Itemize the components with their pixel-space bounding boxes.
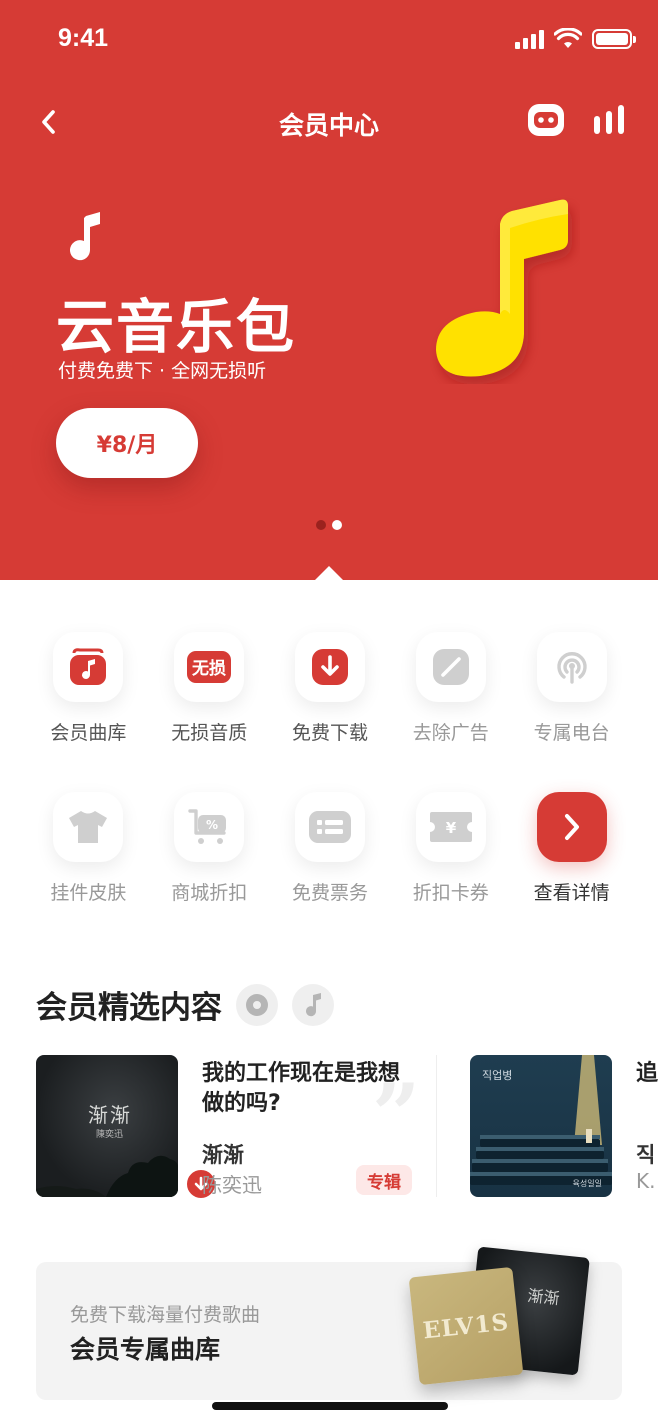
pager-dot-active[interactable] [332,520,342,530]
tile [294,632,365,702]
featured-card[interactable]: 渐渐 陳奕迅 ” 我的工作现在是我想做的吗? 渐渐 陈奕迅 专辑 [36,1055,426,1201]
promo-title: 会员专属曲库 [70,1335,221,1364]
pager-dot[interactable] [316,520,326,530]
tile [294,792,365,862]
album-back-text: 渐渐 [526,1285,561,1309]
hero-banner-area: 9:41 会员中心 云音乐包 付费免费下 · 全网无损听 ¥8/月 [0,0,658,581]
card-artist: 陈奕迅 [202,1173,262,1197]
tree-silhouette [36,1155,178,1197]
promo-subtitle: 免费下载海量付费歌曲 [70,1304,261,1326]
privilege-label: 无损音质 [171,722,248,744]
download-icon [311,649,348,685]
privilege-label: 挂件皮肤 [50,882,127,904]
privilege-no-ads[interactable]: 去除广告 [390,622,511,782]
card-title: 追 [636,1061,658,1086]
status-icons [515,28,636,50]
robot-assistant-icon[interactable] [526,100,566,140]
privilege-view-details[interactable]: 查看详情 [511,782,632,942]
privilege-mall-discount[interactable]: % 商城折扣 [149,782,270,942]
price-button[interactable]: ¥8/月 [56,408,198,478]
song-filter-button[interactable] [292,983,334,1026]
tile: 无损 [174,632,245,702]
featured-card[interactable]: 직업병 육성일일 追 직 K. [470,1055,658,1197]
section-header: 会员精选内容 [36,982,334,1027]
music-library-icon [70,648,107,685]
music-note-3d-icon [436,199,568,377]
chevron-right-icon [564,814,579,840]
cover-title: 渐渐 [88,1103,132,1127]
banner-title: 云音乐包 [56,293,297,361]
featured-carousel: 渐渐 陳奕迅 ” 我的工作现在是我想做的吗? 渐渐 陈奕迅 专辑 직업병 육성일… [0,1055,658,1205]
bar-chart-icon[interactable] [590,102,628,138]
tshirt-icon [69,811,108,843]
card-title: 我的工作现在是我想做的吗? [202,1061,401,1116]
album-filter-button[interactable] [236,983,278,1026]
privilege-grid: 会员曲库 无损 无损音质 免费下载 去除广告 专属电台 挂件皮肤 % 商城折扣 … [28,622,632,942]
privilege-free-download[interactable]: 免费下载 [270,622,391,782]
album-front-text: ELV1S [421,1308,511,1344]
home-indicator[interactable] [212,1402,448,1410]
music-note-icon [306,992,321,1016]
radio-icon [556,652,587,684]
nav-bar: 会员中心 [0,92,658,152]
cart-discount-icon: % [188,809,227,844]
status-time: 9:41 [58,24,109,52]
card-divider [436,1055,437,1197]
status-bar: 9:41 [0,0,658,84]
carousel-pager [316,520,342,530]
vip-library-banner[interactable]: 免费下载海量付费歌曲 会员专属曲库 渐渐 ELV1S [36,1246,622,1400]
privilege-coupons[interactable]: ¥ 折扣卡券 [390,782,511,942]
privilege-label: 商城折扣 [171,882,248,904]
album-cover: 직업병 육성일일 [470,1055,612,1197]
tile [415,632,486,702]
pointer-notch [314,566,344,581]
card-song: 渐渐 [202,1143,244,1167]
tile [53,632,124,702]
wifi-icon [554,28,582,48]
privilege-lossless[interactable]: 无损 无损音质 [149,622,270,782]
cover-footer: 육성일일 [572,1179,602,1188]
signal-icon [515,29,544,49]
privilege-row: 挂件皮肤 % 商城折扣 免费票务 ¥ 折扣卡券 查看详情 [28,782,632,942]
privilege-music-library[interactable]: 会员曲库 [28,622,149,782]
privilege-label: 折扣卡券 [412,882,489,904]
privilege-free-tickets[interactable]: 免费票务 [270,782,391,942]
music-note-icon [70,212,100,261]
carousel-slide[interactable]: 云音乐包 付费免费下 · 全网无损听 ¥8/月 [0,190,658,520]
privilege-label: 免费下载 [291,722,368,744]
card-artist: K. [636,1169,656,1193]
privilege-label: 专属电台 [533,722,610,744]
privilege-label: 去除广告 [412,722,489,744]
coupon-icon: ¥ [429,812,472,842]
section-title: 会员精选内容 [36,990,222,1026]
privilege-row: 会员曲库 无损 无损音质 免费下载 去除广告 专属电台 [28,622,632,782]
no-ads-icon [432,649,469,685]
privilege-skin[interactable]: 挂件皮肤 [28,782,149,942]
svg-text:%: % [206,818,218,832]
banner-subtitle: 付费免费下 · 全网无损听 [58,360,267,382]
privilege-radio[interactable]: 专属电台 [511,622,632,782]
album-cover-front: ELV1S [408,1266,524,1386]
privilege-label: 免费票务 [291,882,368,904]
privilege-label: 查看详情 [533,882,610,904]
privilege-label: 会员曲库 [50,722,127,744]
album-cover: 渐渐 陳奕迅 [36,1055,178,1197]
disc-icon [246,993,268,1016]
tile [536,632,607,702]
lossless-badge-text: 无损 [191,658,226,679]
ticket-list-icon [308,811,351,843]
album-tag: 专辑 [356,1165,412,1195]
tile [536,792,607,862]
theater-illustration [470,1055,612,1185]
lossless-badge-icon: 无损 [187,651,232,683]
tile: ¥ [415,792,486,862]
tile: % [174,792,245,862]
battery-icon [592,29,636,49]
svg-text:¥: ¥ [446,819,457,837]
tile [53,792,124,862]
card-song: 직 [636,1143,656,1167]
